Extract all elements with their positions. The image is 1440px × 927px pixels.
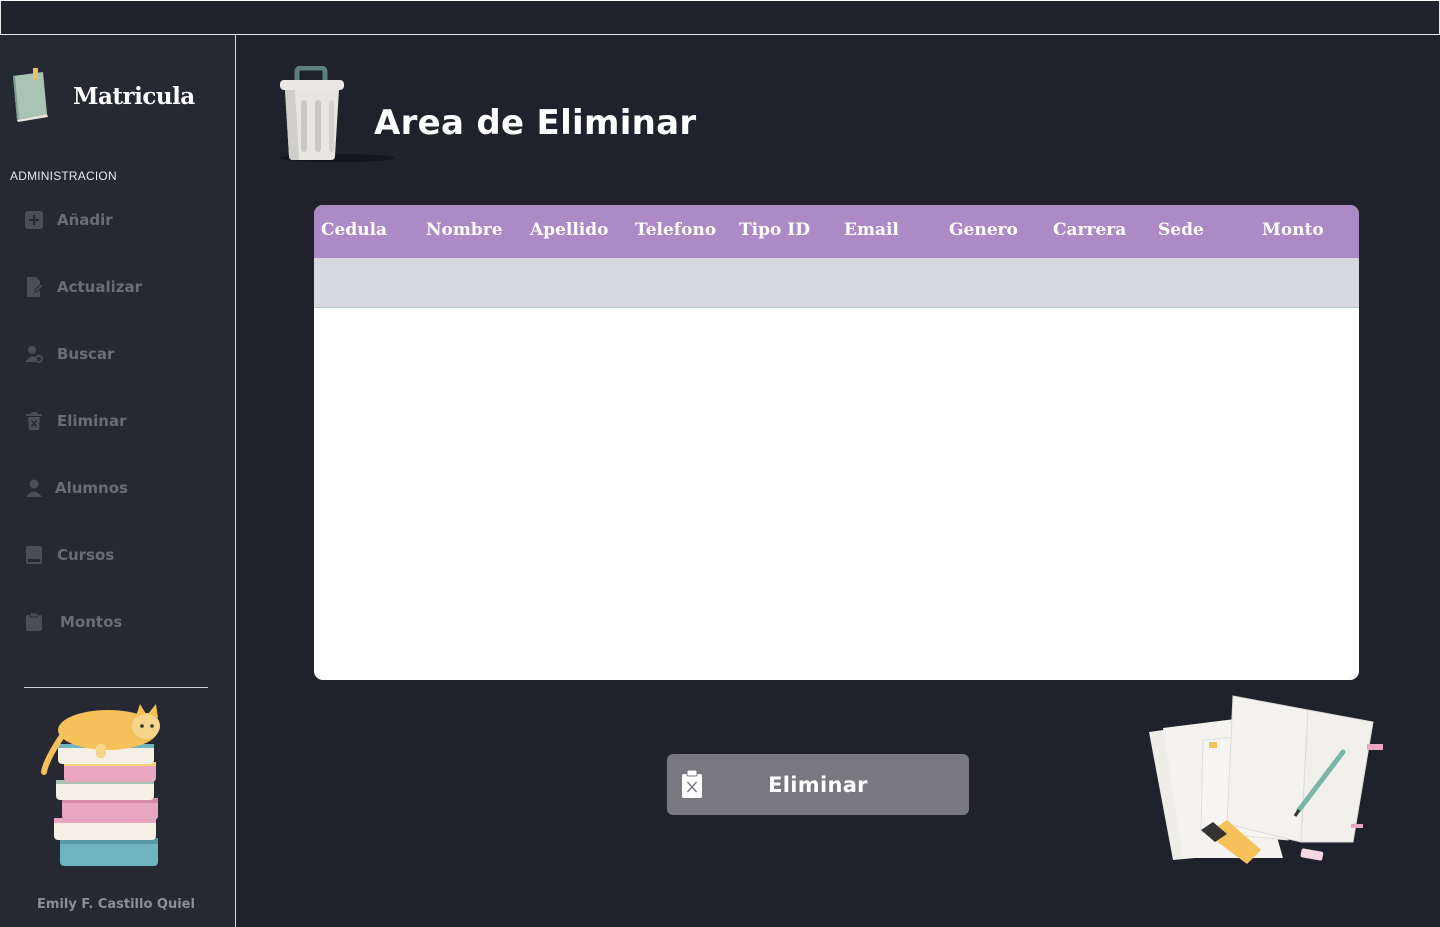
table-row[interactable] [314,258,1359,308]
column-header-monto[interactable]: Monto [1262,220,1324,240]
column-header-apellido[interactable]: Apellido [530,220,609,240]
column-header-sede[interactable]: Sede [1158,220,1204,240]
column-header-cedula[interactable]: Cedula [321,220,387,240]
clipboard-icon [24,612,44,632]
delete-button[interactable]: Eliminar [667,754,969,815]
nav-item-cursos[interactable]: Cursos [24,541,224,569]
nav-item-actualizar[interactable]: Actualizar [24,273,224,301]
nav-item-label: Montos [60,613,123,631]
nav-item-label: Eliminar [57,412,127,430]
data-table: Cedula Nombre Apellido Telefono Tipo ID … [314,205,1359,680]
page-title: Area de Eliminar [374,103,697,143]
notebook-icon [13,68,48,122]
book-icon [24,545,44,565]
trash-icon [24,411,44,431]
column-header-carrera[interactable]: Carrera [1053,220,1126,240]
section-label: ADMINISTRACION [10,169,117,183]
brand: Matricula [9,65,229,125]
sidebar: Matricula ADMINISTRACION Añadir Actualiz… [0,35,236,927]
cat-on-books-illustration [41,704,160,866]
nav-item-montos[interactable]: Montos [24,608,224,636]
document-edit-icon [24,277,44,297]
column-header-nombre[interactable]: Nombre [426,220,503,240]
brand-title: Matricula [73,83,195,110]
nav-item-label: Buscar [57,345,115,363]
table-header: Cedula Nombre Apellido Telefono Tipo ID … [314,205,1359,258]
user-search-icon [24,344,44,364]
add-square-icon [24,210,44,230]
column-header-telefono[interactable]: Telefono [635,220,716,240]
delete-button-label: Eliminar [768,773,868,797]
person-icon [24,478,44,498]
nav-item-buscar[interactable]: Buscar [24,340,224,368]
top-bar [0,0,1440,35]
column-header-genero[interactable]: Genero [949,220,1018,240]
nav-item-label: Añadir [57,211,113,229]
nav-item-label: Cursos [57,546,115,564]
nav-item-eliminar[interactable]: Eliminar [24,407,224,435]
column-header-tipo-id[interactable]: Tipo ID [739,220,810,240]
nav-item-label: Actualizar [57,278,143,296]
nav-item-label: Alumnos [55,479,128,497]
nav-item-alumnos[interactable]: Alumnos [24,474,224,502]
notebook-stationery-illustration [1149,695,1383,864]
nav-item-anadir[interactable]: Añadir [24,206,224,234]
author-credit: Emily F. Castillo Quiel [37,897,195,912]
column-header-email[interactable]: Email [844,220,899,240]
sidebar-divider [24,687,208,688]
